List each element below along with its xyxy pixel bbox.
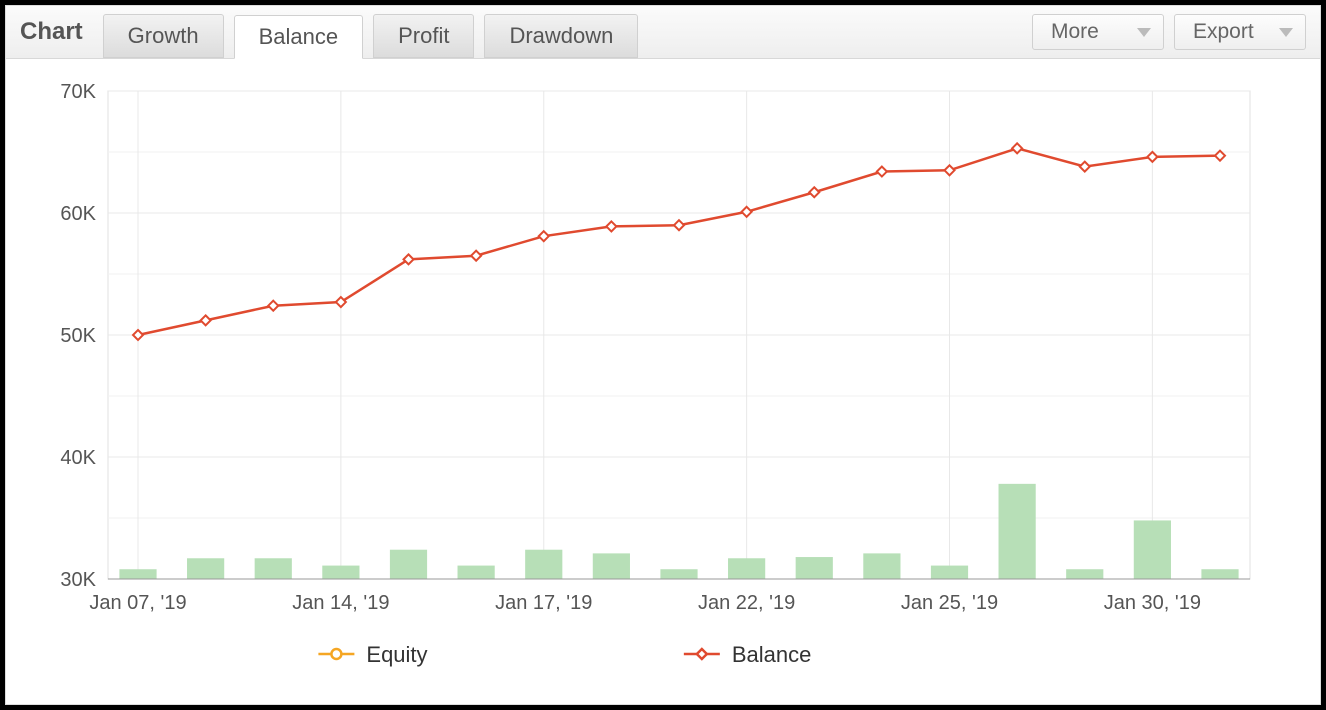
chart-panel: Chart Growth Balance Profit Drawdown Mor… xyxy=(5,5,1321,705)
tab-drawdown[interactable]: Drawdown xyxy=(484,14,638,58)
volume-bar xyxy=(458,566,495,579)
x-tick-label: Jan 30, '19 xyxy=(1104,592,1201,614)
legend-equity-marker xyxy=(331,649,341,659)
caret-down-icon xyxy=(1279,20,1293,44)
legend-equity-label: Equity xyxy=(366,642,427,667)
volume-bar xyxy=(999,484,1036,579)
volume-bar xyxy=(1134,520,1171,579)
volume-bar xyxy=(1066,569,1103,579)
tab-balance-label: Balance xyxy=(259,24,339,50)
tab-drawdown-label: Drawdown xyxy=(509,23,613,49)
volume-bar xyxy=(525,550,562,579)
volume-bar xyxy=(796,557,833,579)
x-tick-label: Jan 17, '19 xyxy=(495,592,592,614)
toolbar: Chart Growth Balance Profit Drawdown Mor… xyxy=(6,6,1320,59)
tab-profit-label: Profit xyxy=(398,23,449,49)
volume-bar xyxy=(660,569,697,579)
x-tick-label: Jan 07, '19 xyxy=(89,592,186,614)
page-title: Chart xyxy=(20,18,83,46)
volume-bar xyxy=(931,566,968,579)
export-button-label: Export xyxy=(1193,20,1254,44)
legend-balance-marker xyxy=(697,649,707,659)
more-button[interactable]: More xyxy=(1032,14,1164,50)
volume-bar xyxy=(728,558,765,579)
x-tick-label: Jan 25, '19 xyxy=(901,592,998,614)
volume-bar xyxy=(322,566,359,579)
volume-bar xyxy=(863,553,900,579)
volume-bar xyxy=(593,553,630,579)
y-tick-label: 30K xyxy=(60,569,96,591)
export-button[interactable]: Export xyxy=(1174,14,1306,50)
volume-bar xyxy=(119,569,156,579)
tab-profit[interactable]: Profit xyxy=(373,14,474,58)
tab-balance[interactable]: Balance xyxy=(234,15,364,59)
volume-bar xyxy=(390,550,427,579)
legend-balance-label: Balance xyxy=(732,642,812,667)
y-tick-label: 50K xyxy=(60,325,96,347)
more-button-label: More xyxy=(1051,20,1099,44)
x-tick-label: Jan 22, '19 xyxy=(698,592,795,614)
chart-area: 30K 40K 50K 60K 70K Jan 07, '19 Jan 14, '19 Jan… xyxy=(6,61,1320,704)
tab-growth-label: Growth xyxy=(128,23,199,49)
y-tick-label: 40K xyxy=(60,447,96,469)
volume-bar xyxy=(187,558,224,579)
volume-bar xyxy=(1201,569,1238,579)
y-tick-label: 70K xyxy=(60,81,96,103)
x-tick-label: Jan 14, '19 xyxy=(292,592,389,614)
caret-down-icon xyxy=(1137,20,1151,44)
legend: Equity Balance xyxy=(318,642,811,667)
volume-bar xyxy=(255,558,292,579)
tab-growth[interactable]: Growth xyxy=(103,14,224,58)
balance-chart: 30K 40K 50K 60K 70K Jan 07, '19 Jan 14, '19 Jan… xyxy=(30,71,1280,674)
y-tick-label: 60K xyxy=(60,203,96,225)
